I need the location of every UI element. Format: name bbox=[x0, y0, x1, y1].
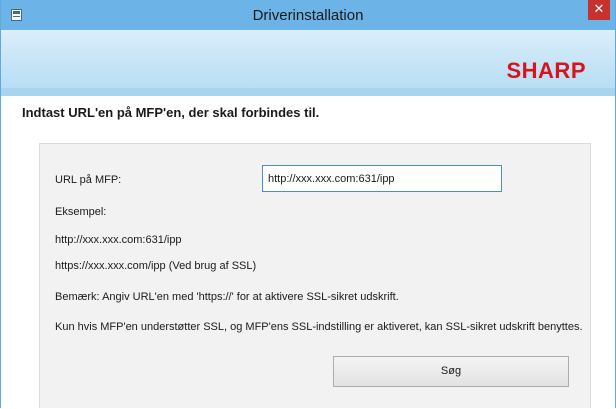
close-icon: ✕ bbox=[593, 2, 605, 17]
url-form-panel: URL på MFP: Eksempel: http://xxx.xxx.com… bbox=[39, 143, 591, 408]
close-button[interactable]: ✕ bbox=[588, 0, 610, 20]
example-title: Eksempel: bbox=[55, 206, 107, 218]
example-url-http: http://xxx.xxx.com:631/ipp bbox=[55, 234, 182, 246]
example-url-https: https://xxx.xxx.com/ipp (Ved brug af SSL… bbox=[55, 260, 257, 272]
banner-stripe bbox=[1, 88, 615, 96]
installer-window: Driverinstallation ✕ SHARP Indtast URL'e… bbox=[0, 0, 616, 408]
sharp-logo: SHARP bbox=[506, 58, 586, 83]
title-bar[interactable]: Driverinstallation ✕ bbox=[1, 0, 615, 30]
header-banner: SHARP bbox=[1, 30, 615, 96]
ssl-note: Bemærk: Angiv URL'en med 'https://' for … bbox=[55, 291, 399, 303]
window-title: Driverinstallation bbox=[252, 7, 364, 24]
url-label: URL på MFP: bbox=[55, 174, 122, 186]
search-button[interactable]: Søg bbox=[333, 356, 569, 387]
page-heading: Indtast URL'en på MFP'en, der skal forbi… bbox=[22, 105, 320, 120]
url-input[interactable] bbox=[262, 165, 502, 192]
ssl-info: Kun hvis MFP'en understøtter SSL, og MFP… bbox=[55, 321, 583, 333]
